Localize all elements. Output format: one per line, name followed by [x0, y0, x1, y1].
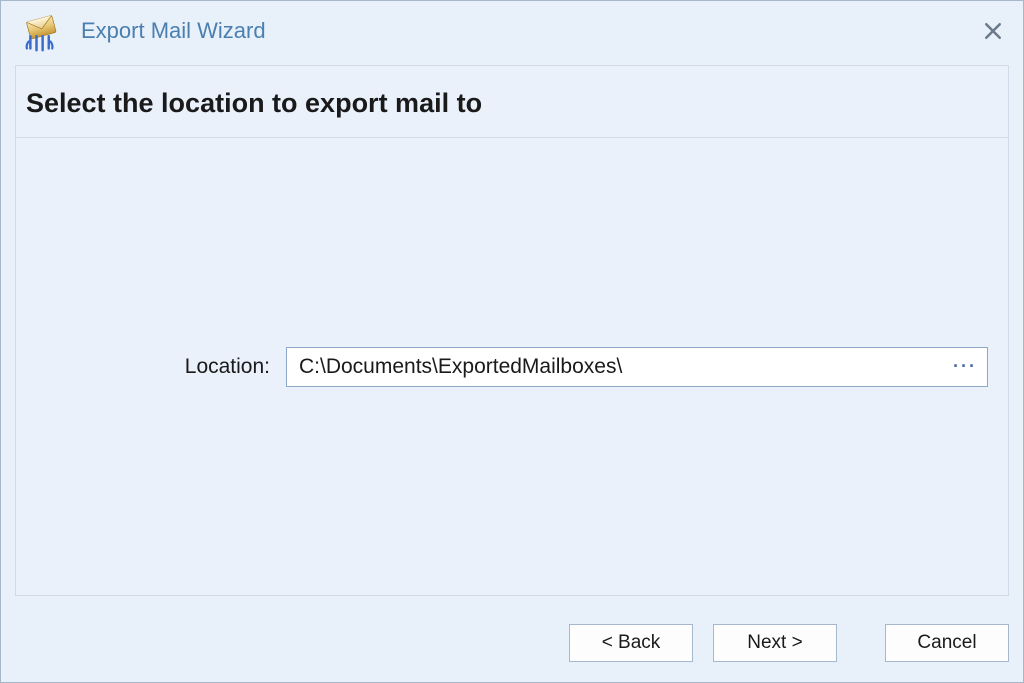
back-button[interactable]: < Back	[569, 624, 693, 662]
next-button[interactable]: Next >	[713, 624, 837, 662]
titlebar-title: Export Mail Wizard	[81, 18, 981, 44]
form-area: Location: ···	[16, 138, 1008, 595]
button-bar: < Back Next > Cancel	[1, 610, 1023, 682]
location-input[interactable]	[287, 348, 943, 386]
close-icon[interactable]	[981, 19, 1005, 43]
location-label: Location:	[16, 355, 286, 379]
location-input-wrapper: ···	[286, 347, 988, 387]
mail-export-icon	[19, 10, 61, 52]
cancel-button[interactable]: Cancel	[885, 624, 1009, 662]
titlebar: Export Mail Wizard	[1, 1, 1023, 61]
ellipsis-icon: ···	[953, 364, 977, 369]
heading-section: Select the location to export mail to	[16, 66, 1008, 138]
browse-button[interactable]: ···	[943, 348, 987, 386]
export-mail-wizard-dialog: Export Mail Wizard Select the location t…	[0, 0, 1024, 683]
page-heading: Select the location to export mail to	[26, 88, 998, 119]
location-row: Location: ···	[16, 347, 988, 387]
content-panel: Select the location to export mail to Lo…	[15, 65, 1009, 596]
